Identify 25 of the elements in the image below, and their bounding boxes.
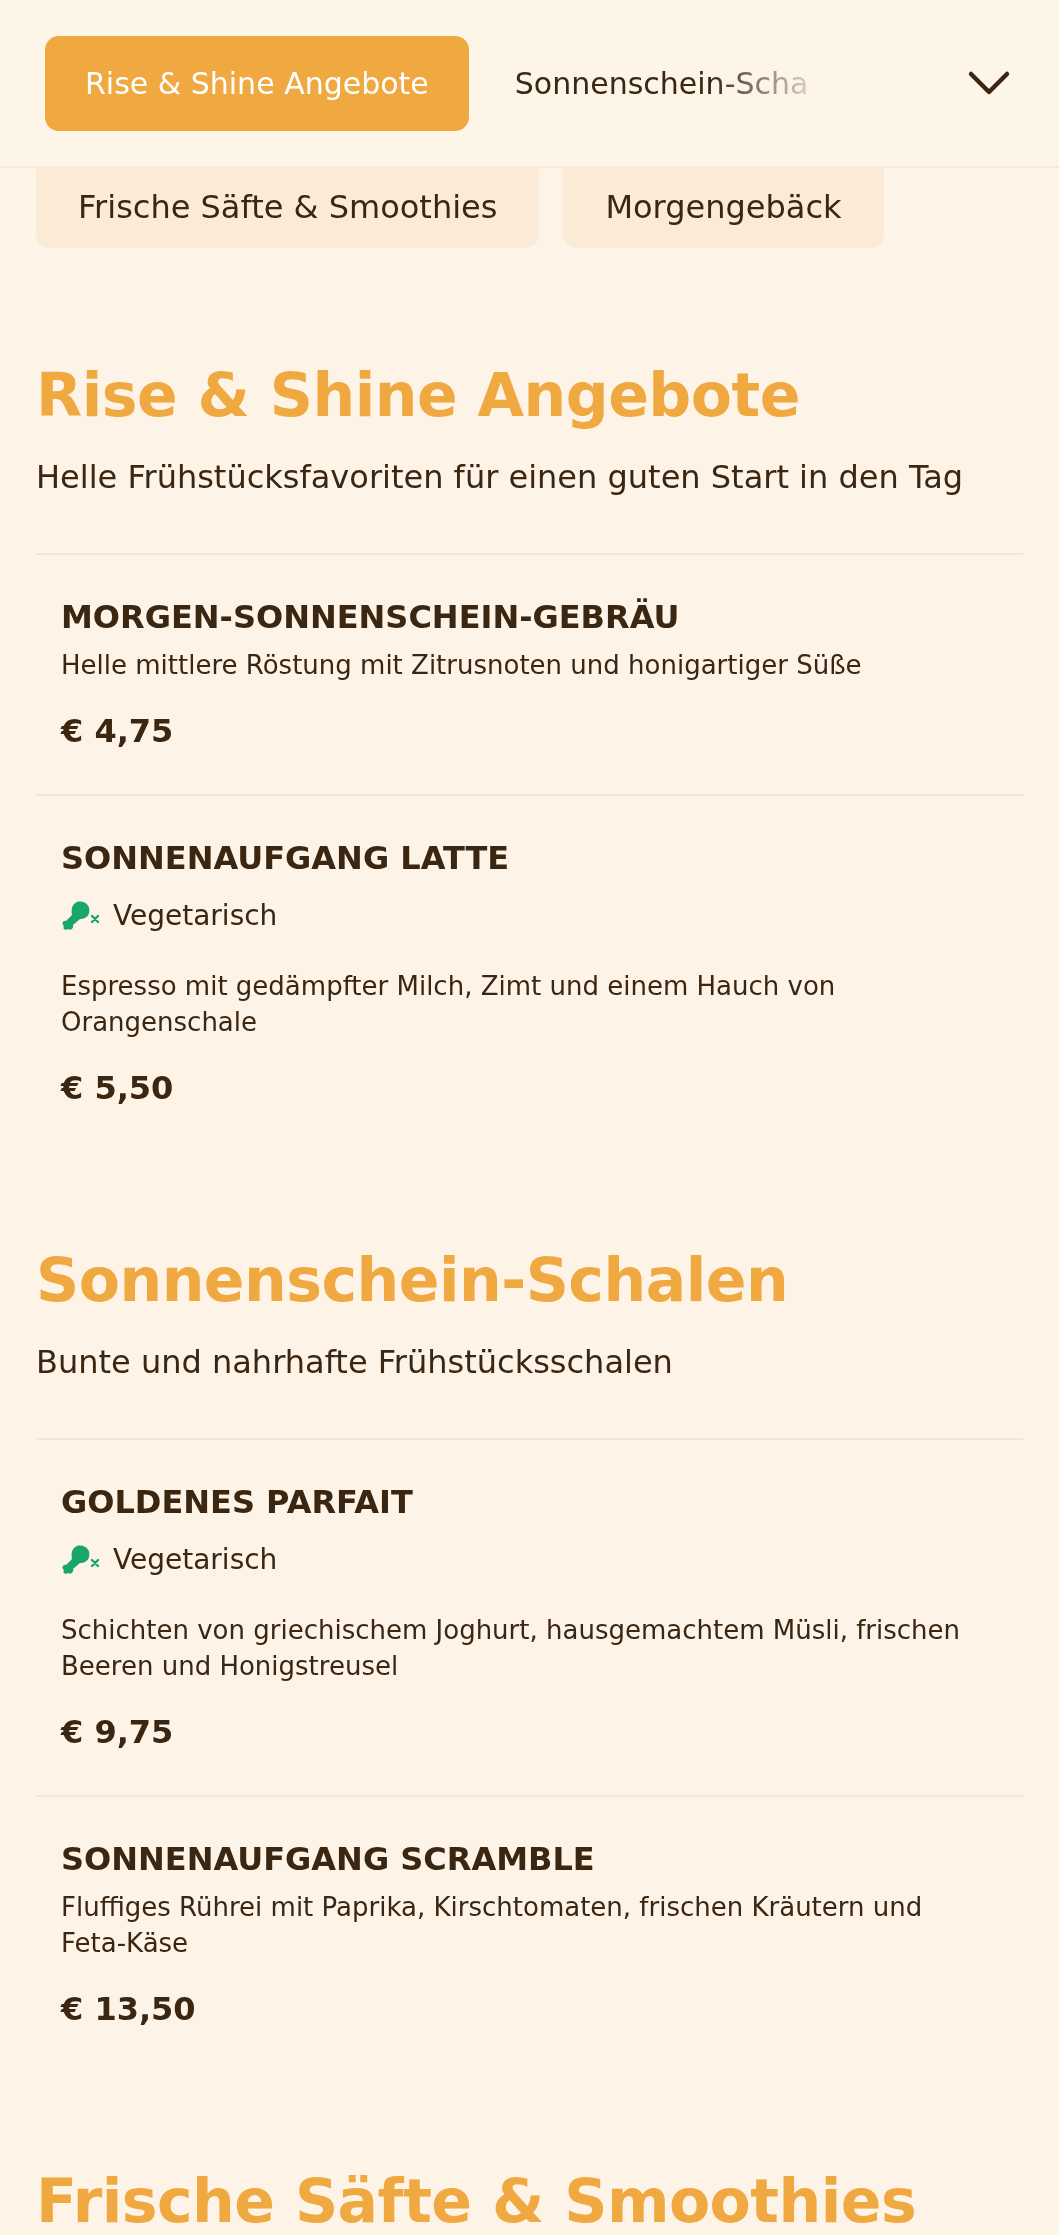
section-heading: Frische Säfte & Smoothies (36, 2165, 918, 2235)
dietary-label: Vegetarisch (113, 898, 278, 934)
item-price: € 5,50 (61, 1068, 175, 1108)
item-name: SONNENAUFGANG SCRAMBLE (61, 1839, 596, 1879)
category-tab[interactable]: Frische Säfte & Smoothies (36, 166, 540, 248)
item-name: SONNENAUFGANG LATTE (61, 838, 511, 878)
category-tab[interactable]: Morgengebäck (563, 166, 884, 248)
item-name: GOLDENES PARFAIT (61, 1482, 414, 1522)
item-description: Helle mittlere Röstung mit Zitrusnoten und honigartiger Süße (61, 649, 863, 682)
section-heading: Rise & Shine Angebote (36, 359, 801, 431)
item-name: MORGEN-SONNENSCHEIN-GEBRÄU (61, 597, 681, 637)
chevron-down-icon[interactable] (967, 70, 1011, 96)
item-description: Espresso mit gedämpfter Milch, Zimt und einem Hauch von Orangenschale (61, 970, 837, 1039)
item-price: € 9,75 (61, 1712, 175, 1752)
category-tab[interactable]: Sonnenschein-Scha (488, 35, 829, 131)
item-price: € 13,50 (61, 1989, 197, 2029)
drumstick-icon (61, 1544, 101, 1576)
dietary-label: Vegetarisch (113, 1542, 278, 1578)
item-description: Schichten von griechischem Joghurt, hausgemachtem Müsli, frischen Beeren und Honigstreusel (61, 1614, 962, 1683)
section-subtitle: Helle Frühstücksfavoriten für einen guten Start in den Tag (36, 457, 965, 497)
drumstick-icon (61, 900, 101, 932)
item-description: Fluffiges Rührei mit Paprika, Kirschtomaten, frischen Kräutern und Feta-Käse (61, 1891, 924, 1960)
section-subtitle: Bunte und nahrhafte Frühstücksschalen (36, 1342, 674, 1382)
item-price: € 4,75 (61, 711, 175, 751)
section-heading: Sonnenschein-Schalen (36, 1244, 790, 1316)
